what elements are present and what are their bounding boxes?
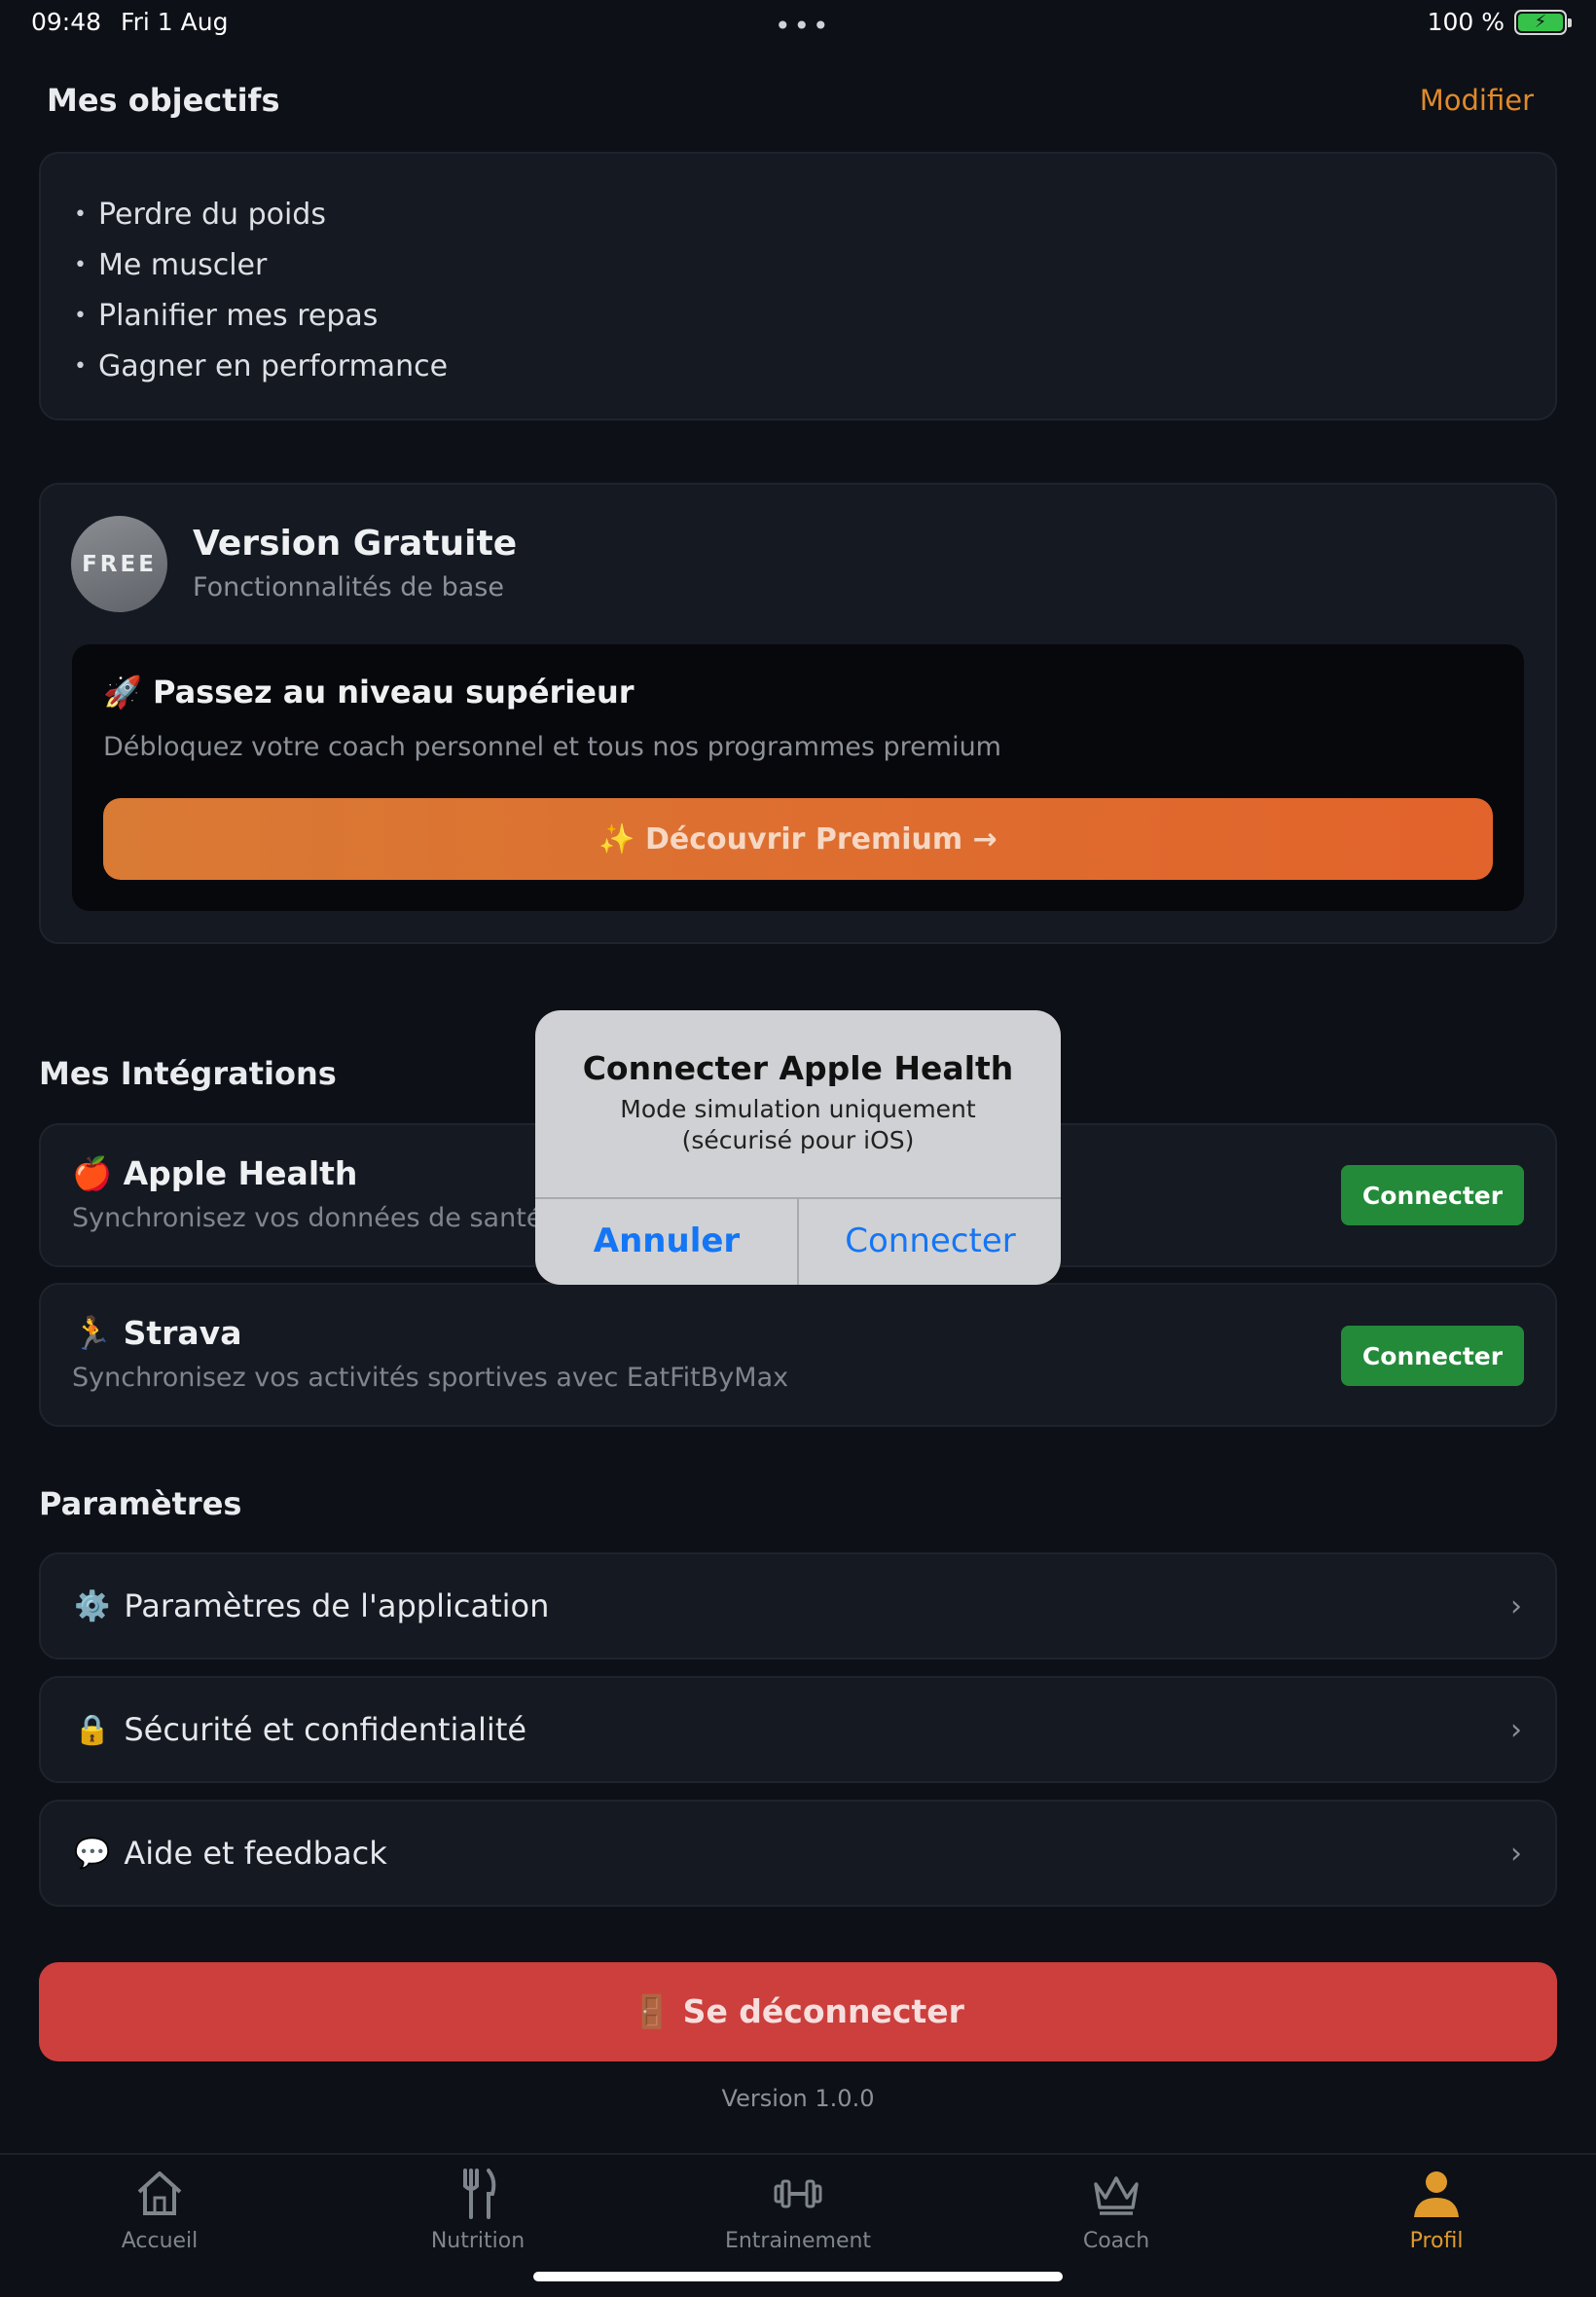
tab-coach[interactable]: Coach — [1019, 2165, 1214, 2253]
discover-premium-button[interactable]: ✨ Découvrir Premium → — [103, 798, 1493, 880]
chevron-right-icon: › — [1510, 1713, 1522, 1747]
dialog-cancel-button[interactable]: Annuler — [535, 1197, 798, 1285]
free-badge: FREE — [71, 516, 167, 612]
settings-row-label: Aide et feedback — [124, 1835, 387, 1872]
fork-knife-icon — [381, 2165, 575, 2221]
home-indicator[interactable] — [533, 2272, 1063, 2281]
multitasking-dots[interactable]: ••• — [775, 10, 832, 42]
tab-label: Nutrition — [430, 2229, 526, 2253]
status-bar-right: 100 % ⚡ — [1427, 8, 1572, 36]
settings-row-label: Paramètres de l'application — [124, 1587, 550, 1624]
status-time: 09:48 — [31, 8, 102, 36]
tab-label: Entrainement — [724, 2229, 872, 2253]
strava-connect-button[interactable]: Connecter — [1341, 1326, 1524, 1386]
settings-title: Paramètres — [39, 1485, 242, 1522]
settings-row-security[interactable]: 🔒 Sécurité et confidentialité › — [39, 1676, 1557, 1783]
tab-label: Accueil — [121, 2229, 199, 2253]
dialog-message: Mode simulation uniquement (sécurisé pou… — [620, 1095, 976, 1154]
settings-row-app[interactable]: ⚙️ Paramètres de l'application › — [39, 1552, 1557, 1659]
status-date: Fri 1 Aug — [121, 8, 229, 36]
chevron-right-icon: › — [1510, 1589, 1522, 1623]
apple-health-name: 🍎 Apple Health — [72, 1154, 358, 1192]
plan-title: Version Gratuite — [193, 524, 518, 564]
home-icon — [62, 2165, 257, 2221]
objective-item: Me muscler — [74, 239, 1522, 290]
crown-icon — [1019, 2165, 1214, 2221]
integrations-title: Mes Intégrations — [39, 1055, 337, 1092]
tab-nutrition[interactable]: Nutrition — [381, 2165, 575, 2253]
dialog-title: Connecter Apple Health — [582, 1049, 1014, 1087]
objectives-title: Mes objectifs — [47, 82, 280, 119]
chevron-right-icon: › — [1510, 1837, 1522, 1871]
tab-label: Coach — [1082, 2229, 1150, 2253]
apple-icon: 🍎 — [72, 1154, 113, 1192]
settings-row-label: Sécurité et confidentialité — [124, 1711, 527, 1748]
apple-health-description: Synchronisez vos données de santé a — [72, 1203, 567, 1233]
promo-title: 🚀 Passez au niveau supérieur — [103, 674, 635, 711]
gear-icon: ⚙️ — [74, 1588, 111, 1623]
speech-bubble-icon: 💬 — [74, 1836, 111, 1871]
logout-button[interactable]: 🚪 Se déconnecter — [39, 1962, 1557, 2061]
objective-item: Planifier mes repas — [74, 290, 1522, 341]
tab-training[interactable]: Entrainement — [701, 2165, 895, 2253]
objective-item: Perdre du poids — [74, 189, 1522, 239]
connect-apple-health-dialog: Connecter Apple Health Mode simulation u… — [535, 1010, 1061, 1285]
dumbbell-icon — [701, 2165, 895, 2221]
promo-subtitle: Débloquez votre coach personnel et tous … — [103, 732, 1001, 762]
tab-home[interactable]: Accueil — [62, 2165, 257, 2253]
tab-label: Profil — [1409, 2229, 1464, 2253]
integration-strava — [39, 1283, 1557, 1427]
tab-profile[interactable]: Profil — [1339, 2165, 1534, 2253]
objectives-list: Perdre du poids Me muscler Planifier mes… — [39, 152, 1557, 420]
strava-name: 🏃 Strava — [72, 1314, 242, 1352]
dialog-connect-button[interactable]: Connecter — [799, 1197, 1061, 1285]
battery-icon: ⚡ — [1514, 9, 1572, 35]
app-version: Version 1.0.0 — [721, 2085, 875, 2112]
person-icon — [1339, 2165, 1534, 2221]
battery-percentage: 100 % — [1427, 8, 1505, 36]
plan-subtitle: Fonctionnalités de base — [193, 572, 504, 602]
strava-description: Synchronisez vos activités sportives ave… — [72, 1363, 789, 1393]
objective-item: Gagner en performance — [74, 341, 1522, 391]
lock-icon: 🔒 — [74, 1712, 111, 1747]
edit-objectives-button[interactable]: Modifier — [1420, 84, 1534, 117]
apple-health-connect-button[interactable]: Connecter — [1341, 1165, 1524, 1225]
runner-icon: 🏃 — [72, 1314, 113, 1352]
settings-row-help[interactable]: 💬 Aide et feedback › — [39, 1800, 1557, 1907]
status-bar-left: 09:48 Fri 1 Aug — [31, 8, 247, 36]
